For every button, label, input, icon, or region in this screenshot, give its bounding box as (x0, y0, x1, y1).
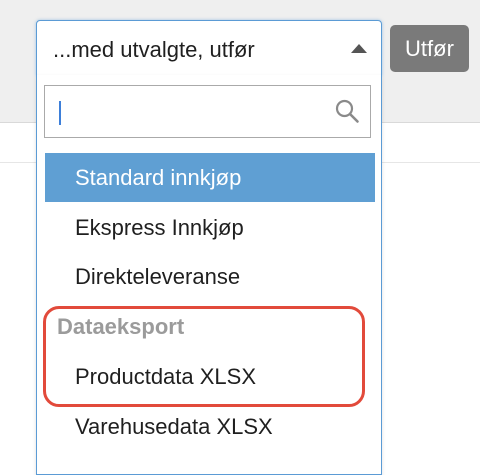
group-label-data-export: Dataeksport (57, 314, 185, 339)
dropdown-search-input[interactable] (45, 86, 370, 137)
option-product-data-xlsx[interactable]: Productdata XLSX (45, 352, 375, 401)
option-warehouse-data-xlsx[interactable]: Varehusedata XLSX (45, 402, 375, 451)
bulk-action-dropdown: Standard innkjøp Ekspress Innkjøp Direkt… (36, 75, 382, 475)
chevron-up-icon[interactable] (351, 44, 367, 53)
option-direct-delivery[interactable]: Direkteleveranse (45, 252, 375, 301)
option-standard-purchase[interactable]: Standard innkjøp (45, 153, 375, 202)
text-cursor (59, 101, 61, 125)
bulk-action-selected-value: ...med utvalgte, utfør (53, 37, 255, 62)
bulk-action-select[interactable]: ...med utvalgte, utfør (36, 20, 382, 76)
search-icon (335, 99, 359, 123)
dropdown-search-box (44, 85, 371, 138)
option-express-purchase[interactable]: Ekspress Innkjøp (45, 203, 375, 252)
execute-button[interactable]: Utfør (390, 25, 469, 72)
